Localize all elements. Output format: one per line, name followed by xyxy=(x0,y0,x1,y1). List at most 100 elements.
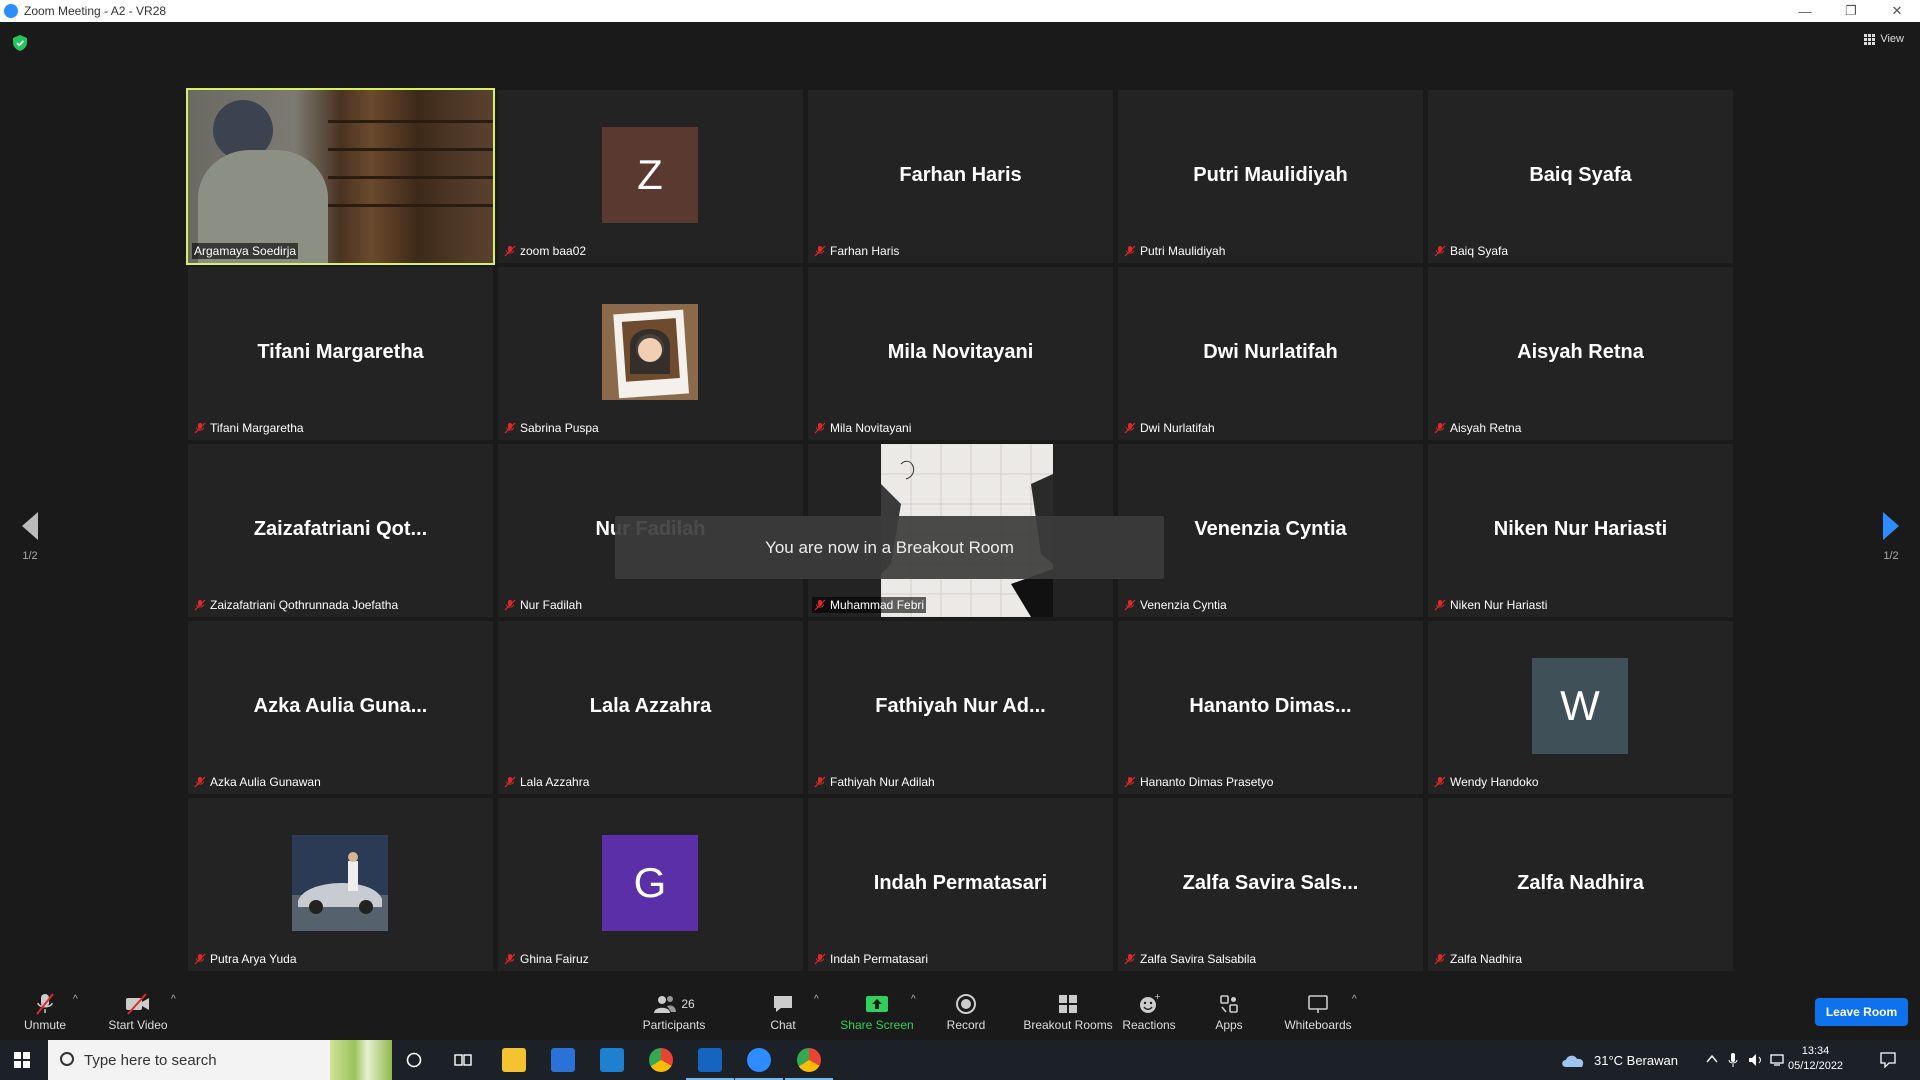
participant-name-label: Niken Nur Hariasti xyxy=(1432,597,1549,613)
participant-name-label: Dwi Nurlatifah xyxy=(1122,420,1217,436)
participant-name-label: Nur Fadilah xyxy=(502,597,584,613)
mail-icon[interactable] xyxy=(600,1048,624,1072)
network-icon[interactable] xyxy=(1770,1053,1786,1067)
record-label: Record xyxy=(946,1018,986,1032)
participant-name-label: Zalfa Savira Salsabila xyxy=(1122,951,1258,967)
participant-name: Niken Nur Hariasti xyxy=(1450,598,1548,612)
microphone-muted-icon xyxy=(504,599,516,611)
participant-tile[interactable]: Putri Maulidiyah Putri Maulidiyah xyxy=(1118,90,1423,263)
participant-tile[interactable]: Baiq Syafa Baiq Syafa xyxy=(1428,90,1733,263)
unmute-label: Unmute xyxy=(23,1018,67,1032)
participant-name-label: Baiq Syafa xyxy=(1432,243,1510,259)
participant-display-name: Lala Azzahra xyxy=(589,695,712,717)
participant-tile[interactable]: Sabrina Puspa xyxy=(498,267,803,440)
microphone-muted-icon xyxy=(504,245,516,257)
record-button[interactable]: Record xyxy=(921,992,1011,1032)
share-options-caret-icon[interactable]: ^ xyxy=(911,994,916,1005)
participant-tile[interactable]: Fathiyah Nur Ad... Fathiyah Nur Adilah xyxy=(808,621,1113,794)
view-button[interactable]: View xyxy=(1864,33,1904,45)
encryption-shield-icon[interactable] xyxy=(13,35,27,51)
microsoft-store-icon[interactable] xyxy=(551,1048,575,1072)
participants-icon xyxy=(654,996,677,1013)
participant-display-name: Putri Maulidiyah xyxy=(1193,164,1348,186)
system-clock[interactable]: 13:34 05/12/2022 xyxy=(1788,1044,1843,1074)
participant-name-label: Putri Maulidiyah xyxy=(1122,243,1227,259)
participant-tile[interactable]: Farhan Haris Farhan Haris xyxy=(808,90,1113,263)
participants-button[interactable]: 26 Participants xyxy=(629,992,719,1032)
chevron-up-icon[interactable] xyxy=(1706,1054,1718,1064)
weather-text: 31°C Berawan xyxy=(1594,1052,1678,1068)
video-options-caret-icon[interactable]: ^ xyxy=(171,994,176,1005)
whiteboard-options-caret-icon[interactable]: ^ xyxy=(1352,994,1357,1005)
participant-display-name: Azka Aulia Guna... xyxy=(253,695,428,717)
start-video-button[interactable]: Start Video xyxy=(93,992,183,1032)
microphone-muted-icon xyxy=(1434,599,1446,611)
participant-tile[interactable]: Tifani Margaretha Tifani Margaretha xyxy=(188,267,493,440)
microphone-muted-icon xyxy=(504,776,516,788)
whiteboards-button[interactable]: Whiteboards xyxy=(1273,992,1363,1032)
cortana-icon[interactable] xyxy=(406,1052,422,1068)
participant-tile[interactable]: Azka Aulia Guna... Azka Aulia Gunawan xyxy=(188,621,493,794)
breakout-rooms-icon xyxy=(1059,995,1077,1013)
taskbar-search-box[interactable]: Type here to search xyxy=(48,1040,392,1080)
clock-date: 05/12/2022 xyxy=(1788,1060,1844,1072)
participant-tile[interactable]: Indah Permatasari Indah Permatasari xyxy=(808,798,1113,971)
notification-center-icon[interactable] xyxy=(1880,1052,1896,1068)
participant-tile[interactable]: G Ghina Fairuz xyxy=(498,798,803,971)
minimize-icon[interactable]: — xyxy=(1782,0,1828,22)
leave-room-button[interactable]: Leave Room xyxy=(1815,998,1908,1026)
restore-icon[interactable]: ❐ xyxy=(1828,0,1874,22)
chrome-active-icon[interactable] xyxy=(785,1048,833,1080)
participant-name: Aisyah Retna xyxy=(1450,421,1522,435)
apps-button[interactable]: Apps xyxy=(1184,992,1274,1032)
share-screen-button[interactable]: Share Screen xyxy=(832,992,922,1032)
chrome-icon[interactable] xyxy=(649,1048,673,1072)
window-title: Zoom Meeting - A2 - VR28 xyxy=(24,4,167,18)
windows-start-icon[interactable] xyxy=(14,1052,30,1068)
video-off-icon xyxy=(126,993,149,1015)
participant-tile[interactable]: Zalfa Savira Sals... Zalfa Savira Salsabi… xyxy=(1118,798,1423,971)
participant-name-label: Azka Aulia Gunawan xyxy=(192,774,323,790)
close-icon[interactable]: ✕ xyxy=(1874,0,1920,22)
participant-tile[interactable]: Hananto Dimas... Hananto Dimas Prasetyo xyxy=(1118,621,1423,794)
zoom-taskbar-icon[interactable] xyxy=(735,1048,783,1080)
participant-tile[interactable]: Mila Novitayani Mila Novitayani xyxy=(808,267,1113,440)
reactions-icon: + xyxy=(1140,993,1160,1013)
participant-tile[interactable]: Dwi Nurlatifah Dwi Nurlatifah xyxy=(1118,267,1423,440)
participant-name: Zalfa Savira Salsabila xyxy=(1140,952,1257,966)
chat-options-caret-icon[interactable]: ^ xyxy=(814,994,819,1005)
start-video-label: Start Video xyxy=(108,1018,168,1032)
participant-name: Baiq Syafa xyxy=(1450,244,1509,258)
participant-name-label: Farhan Haris xyxy=(812,243,901,259)
participant-name: Fathiyah Nur Adilah xyxy=(830,775,935,789)
participant-tile[interactable]: Lala Azzahra Lala Azzahra xyxy=(498,621,803,794)
participant-tile[interactable]: Aisyah Retna Aisyah Retna xyxy=(1428,267,1733,440)
reactions-button[interactable]: + Reactions xyxy=(1104,992,1194,1032)
microphone-muted-icon xyxy=(814,953,826,965)
teamviewer-icon[interactable] xyxy=(686,1048,734,1080)
participant-tile[interactable]: W Wendy Handoko xyxy=(1428,621,1733,794)
next-page-button[interactable]: 1/2 xyxy=(1871,512,1911,562)
participant-tile[interactable]: Zaizafatriani Qot... Zaizafatriani Qothru… xyxy=(188,444,493,617)
participant-tile[interactable]: Zzoom baa02 xyxy=(498,90,803,263)
weather-widget[interactable]: 31°C Berawan xyxy=(1560,1040,1678,1080)
participant-name-label: Tifani Margaretha xyxy=(192,420,306,436)
speaker-icon[interactable] xyxy=(1748,1053,1764,1067)
participant-name-label: Hananto Dimas Prasetyo xyxy=(1122,774,1275,790)
previous-page-button[interactable]: 1/2 xyxy=(10,512,50,562)
participant-avatar: W xyxy=(1532,658,1628,754)
audio-options-caret-icon[interactable]: ^ xyxy=(73,994,78,1005)
svg-text:+: + xyxy=(1154,993,1160,1001)
clock-time: 13:34 xyxy=(1801,1045,1830,1057)
search-highlight-image xyxy=(330,1040,392,1080)
participant-tile[interactable]: Putra Arya Yuda xyxy=(188,798,493,971)
meeting-top-bar: View xyxy=(0,22,1920,62)
arrow-left-icon xyxy=(22,512,38,540)
task-view-icon[interactable] xyxy=(454,1052,472,1068)
microphone-muted-icon xyxy=(1434,776,1446,788)
file-explorer-icon[interactable] xyxy=(502,1048,526,1072)
participant-tile[interactable]: Zalfa Nadhira Zalfa Nadhira xyxy=(1428,798,1733,971)
participant-tile[interactable]: Argamaya Soedirja xyxy=(186,88,495,265)
participant-tile[interactable]: Niken Nur Hariasti Niken Nur Hariasti xyxy=(1428,444,1733,617)
microphone-tray-icon[interactable] xyxy=(1728,1052,1738,1068)
